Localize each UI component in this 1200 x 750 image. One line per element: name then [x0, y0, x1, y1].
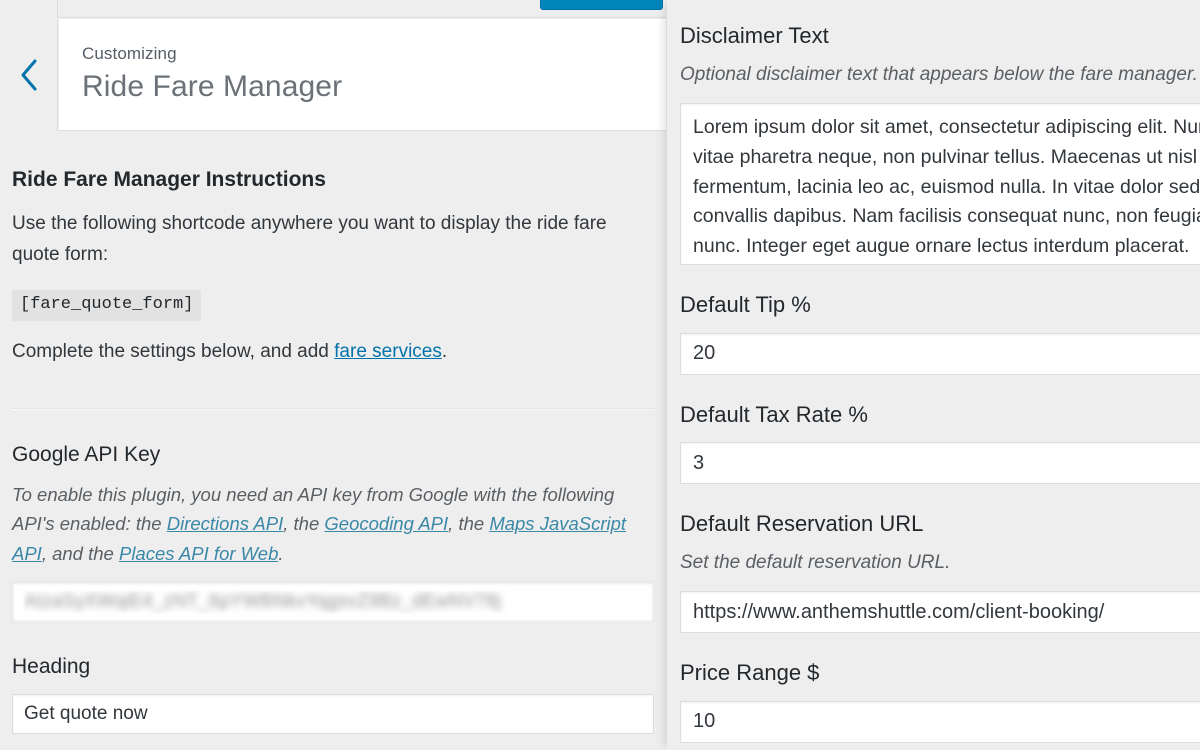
instructions-p2-suffix: .: [441, 341, 448, 363]
fare-services-link[interactable]: fare services: [334, 341, 442, 362]
section-divider: [12, 407, 654, 410]
disclaimer-textarea[interactable]: Lorem ipsum dolor sit amet, consectetur …: [680, 103, 1200, 265]
disclaimer-text-description: Optional disclaimer text that appears be…: [680, 63, 1198, 85]
reservation-url-description: Set the default reservation URL.: [680, 551, 951, 573]
default-tax-rate-input[interactable]: [680, 442, 1200, 484]
api-desc-part-3: , the: [448, 513, 490, 535]
sidebar-body: Ride Fare Manager Instructions Use the f…: [0, 131, 666, 750]
places-api-for-web-link[interactable]: Places API for Web: [119, 543, 278, 564]
google-api-key-label: Google API Key: [12, 442, 161, 466]
customizer-sidebar: Customizing Ride Fare Manager Ride Fare …: [0, 0, 666, 750]
directions-api-link[interactable]: Directions API: [167, 513, 284, 534]
default-tip-input[interactable]: [680, 332, 1200, 375]
publish-button[interactable]: [540, 0, 663, 10]
default-tax-rate-label: Default Tax Rate %: [680, 401, 868, 427]
google-api-key-description: To enable this plugin, you need an API k…: [12, 480, 654, 568]
reservation-url-input[interactable]: [680, 591, 1200, 633]
heading-field-label: Heading: [12, 654, 91, 678]
geocoding-api-link[interactable]: Geocoding API: [324, 513, 448, 534]
header-title-group: Customizing Ride Fare Manager: [59, 19, 666, 131]
api-desc-part-5: .: [278, 542, 284, 564]
back-button[interactable]: [0, 19, 58, 131]
price-range-field: Price Range $: [680, 659, 1200, 743]
panel-title: Ride Fare Manager: [82, 70, 343, 104]
customizing-label: Customizing: [82, 44, 177, 63]
heading-input[interactable]: [12, 694, 654, 735]
reservation-url-label: Default Reservation URL: [680, 511, 924, 536]
publish-bar: [0, 0, 666, 18]
customizer-screen: Customizing Ride Fare Manager Ride Fare …: [0, 0, 1200, 750]
shortcode-text: [fare_quote_form]: [12, 289, 202, 322]
instructions-p2-prefix: Complete the settings below, and add: [12, 341, 335, 363]
instructions-paragraph-2: Complete the settings below, and add far…: [12, 337, 654, 368]
price-range-label: Price Range $: [680, 660, 820, 685]
google-api-key-input[interactable]: [12, 581, 654, 622]
default-tax-rate-field: Default Tax Rate %: [680, 401, 1200, 484]
reservation-url-field: Default Reservation URL Set the default …: [680, 510, 1200, 633]
disclaimer-text-field: Disclaimer Text Optional disclaimer text…: [680, 22, 1200, 265]
settings-overlay-panel: Disclaimer Text Optional disclaimer text…: [667, 0, 1200, 750]
default-tip-label: Default Tip %: [680, 292, 811, 317]
api-desc-part-2: , the: [283, 513, 325, 535]
disclaimer-text-label: Disclaimer Text: [680, 23, 829, 48]
api-desc-part-4: , and the: [41, 542, 119, 564]
publish-bar-spine: [0, 0, 58, 18]
instructions-heading: Ride Fare Manager Instructions: [12, 168, 326, 191]
chevron-left-icon: [18, 58, 40, 92]
shortcode-wrapper: [fare_quote_form]: [12, 271, 654, 322]
price-range-input[interactable]: [680, 700, 1200, 743]
customizer-header: Customizing Ride Fare Manager: [0, 19, 666, 131]
instructions-paragraph-1: Use the following shortcode anywhere you…: [12, 213, 607, 266]
default-tip-field: Default Tip %: [680, 291, 1200, 375]
